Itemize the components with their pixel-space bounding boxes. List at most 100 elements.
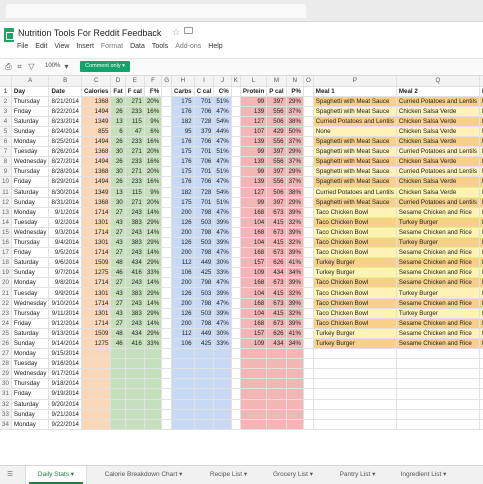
cell[interactable] xyxy=(303,156,314,168)
cell[interactable]: 109 xyxy=(240,338,268,350)
column-header-r[interactable]: R xyxy=(479,76,483,87)
cell[interactable]: 9% xyxy=(144,116,163,127)
cell[interactable] xyxy=(161,257,173,269)
cell[interactable]: 112 xyxy=(171,257,195,269)
tab-daily-stats[interactable]: Daily Stats ▾ xyxy=(25,466,87,484)
cell[interactable]: Protein xyxy=(479,197,483,208)
cell[interactable]: Turkey Burger xyxy=(396,217,480,228)
cell[interactable]: 20% xyxy=(144,146,163,158)
cell[interactable] xyxy=(144,409,163,420)
cell[interactable]: 46 xyxy=(110,338,126,350)
zoom-select[interactable]: 100% xyxy=(45,63,60,69)
cell[interactable] xyxy=(313,399,397,410)
cell[interactable]: 271 xyxy=(125,197,145,208)
cell[interactable] xyxy=(266,348,287,360)
cell[interactable]: 701 xyxy=(194,96,215,107)
cell[interactable]: 29% xyxy=(144,257,163,269)
cell[interactable]: Protein xyxy=(479,187,483,198)
cell[interactable]: 27 xyxy=(110,247,126,259)
cell[interactable]: 126 xyxy=(171,217,195,228)
cell[interactable] xyxy=(240,419,268,430)
cell[interactable]: 701 xyxy=(194,197,215,208)
cell[interactable] xyxy=(303,267,314,279)
cell[interactable]: Protein xyxy=(479,176,483,188)
row-number[interactable]: 14 xyxy=(0,217,12,228)
cell[interactable]: 27 xyxy=(110,227,126,239)
cell[interactable]: 434 xyxy=(125,328,145,339)
cell[interactable] xyxy=(313,409,397,420)
cell[interactable]: 168 xyxy=(240,298,268,309)
cell[interactable]: 1494 xyxy=(81,106,112,117)
header-cell[interactable]: Fat xyxy=(110,86,126,97)
cell[interactable]: 8/23/2014 xyxy=(48,116,82,127)
cell[interactable] xyxy=(303,176,314,188)
cell[interactable]: 99 xyxy=(240,166,268,178)
column-header-n[interactable]: N xyxy=(286,76,304,87)
print-icon[interactable]: ⎙ xyxy=(4,62,13,71)
cell[interactable]: 556 xyxy=(266,106,287,117)
cell[interactable]: 39% xyxy=(213,237,232,249)
cell[interactable] xyxy=(479,419,483,430)
cell[interactable]: Sunday xyxy=(11,126,50,138)
cell[interactable]: Monday xyxy=(11,277,50,289)
cell[interactable]: 9/1/2014 xyxy=(48,207,82,218)
cell[interactable]: Chicken Salsa Verde xyxy=(396,187,480,198)
column-header-i[interactable]: I xyxy=(194,76,215,87)
cell[interactable]: 798 xyxy=(194,207,215,218)
cell[interactable]: 39% xyxy=(286,227,304,239)
cell[interactable] xyxy=(286,348,304,360)
cell[interactable] xyxy=(231,328,241,339)
cell[interactable]: 798 xyxy=(194,227,215,239)
cell[interactable]: Protein xyxy=(479,298,483,309)
cell[interactable]: 115 xyxy=(125,116,145,127)
cell[interactable]: 673 xyxy=(266,227,287,239)
row-number[interactable]: 5 xyxy=(0,126,12,138)
column-header-k[interactable]: K xyxy=(231,76,241,87)
cell[interactable]: Tuesday xyxy=(11,217,50,228)
cell[interactable] xyxy=(213,378,232,390)
cell[interactable] xyxy=(303,116,314,127)
cell[interactable]: Sesame Chicken and Rice xyxy=(396,247,480,259)
cell[interactable] xyxy=(313,348,397,360)
cell[interactable]: 233 xyxy=(125,136,145,148)
cell[interactable] xyxy=(161,247,173,259)
cell[interactable]: 44% xyxy=(213,126,232,138)
cell[interactable] xyxy=(194,348,215,360)
menu-data[interactable]: Data xyxy=(130,43,145,50)
cell[interactable]: 43 xyxy=(110,237,126,249)
cell[interactable]: 1301 xyxy=(81,237,112,249)
column-header-d[interactable]: D xyxy=(110,76,126,87)
cell[interactable] xyxy=(161,419,173,430)
row-number[interactable]: 1 xyxy=(0,86,12,97)
cell[interactable]: Sunday xyxy=(11,409,50,420)
cell[interactable] xyxy=(303,166,314,178)
cell[interactable]: 1494 xyxy=(81,136,112,148)
column-header-o[interactable]: O xyxy=(303,76,314,87)
tab-calorie-breakdown-chart[interactable]: Calorie Breakdown Chart ▾ xyxy=(91,466,196,484)
cell[interactable]: 706 xyxy=(194,176,215,188)
cell[interactable]: 9/20/2014 xyxy=(48,399,82,410)
cell[interactable]: 1301 xyxy=(81,308,112,319)
cell[interactable]: 9/9/2014 xyxy=(48,287,82,299)
cell[interactable] xyxy=(213,419,232,430)
cell[interactable]: 200 xyxy=(171,247,195,259)
cell[interactable] xyxy=(171,409,195,420)
cell[interactable]: 47% xyxy=(213,227,232,239)
cell[interactable]: 9/11/2014 xyxy=(48,308,82,319)
row-number[interactable]: 23 xyxy=(0,308,12,319)
cell[interactable]: 673 xyxy=(266,298,287,309)
cell[interactable]: 8/22/2014 xyxy=(48,106,82,117)
cell[interactable] xyxy=(144,368,163,380)
column-header-b[interactable]: B xyxy=(48,76,82,87)
cell[interactable]: 1275 xyxy=(81,267,112,279)
menu-tools[interactable]: Tools xyxy=(152,43,168,50)
cell[interactable] xyxy=(240,388,268,400)
cell[interactable] xyxy=(303,318,314,329)
cell[interactable]: Monday xyxy=(11,207,50,218)
cell[interactable]: Wednesday xyxy=(11,156,50,168)
cell[interactable]: Chicken Salsa Verde xyxy=(396,176,480,188)
cell[interactable]: 434 xyxy=(266,338,287,350)
cell[interactable]: 30 xyxy=(110,146,126,158)
cell[interactable]: 9/3/2014 xyxy=(48,227,82,239)
cell[interactable] xyxy=(286,378,304,390)
